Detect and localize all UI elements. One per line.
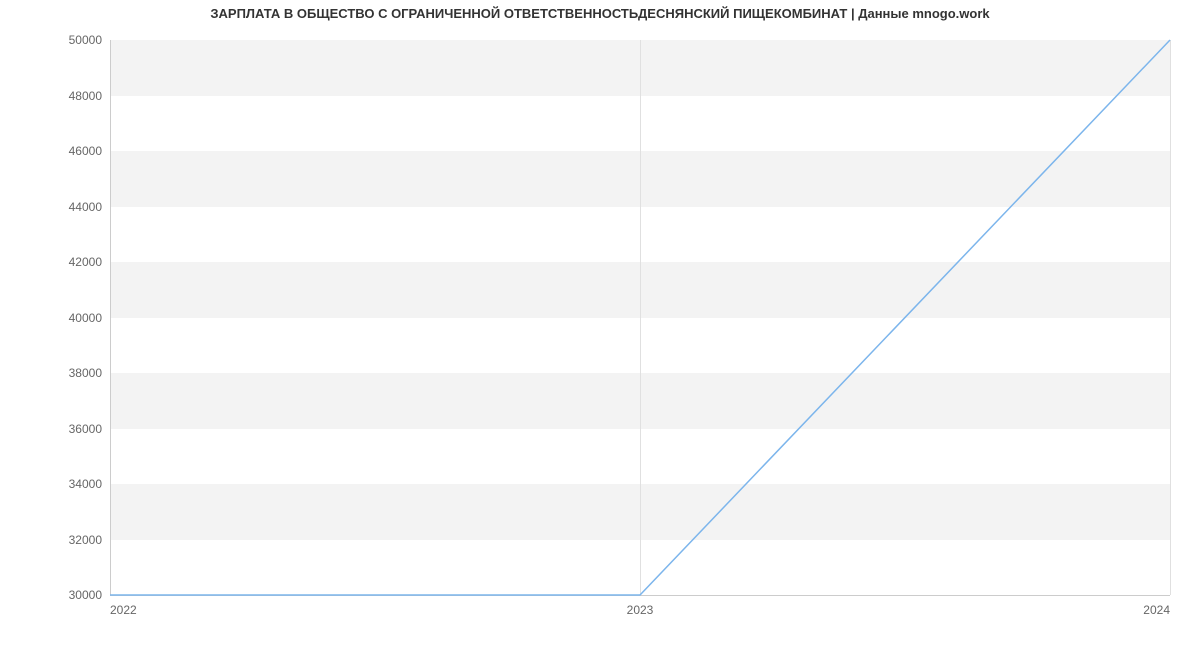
series-layer <box>110 40 1170 595</box>
y-tick-label: 48000 <box>69 89 102 103</box>
y-tick-label: 34000 <box>69 477 102 491</box>
x-tick-label: 2023 <box>627 603 654 617</box>
y-tick-label: 32000 <box>69 533 102 547</box>
y-tick-label: 44000 <box>69 200 102 214</box>
y-tick-label: 50000 <box>69 33 102 47</box>
plot-area: 3000032000340003600038000400004200044000… <box>110 40 1170 595</box>
x-tick-label: 2022 <box>110 603 137 617</box>
x-tick-label: 2024 <box>1143 603 1170 617</box>
y-tick-label: 36000 <box>69 422 102 436</box>
series-line <box>110 40 1170 595</box>
chart-container: ЗАРПЛАТА В ОБЩЕСТВО С ОГРАНИЧЕННОЙ ОТВЕТ… <box>0 0 1200 650</box>
y-tick-label: 38000 <box>69 366 102 380</box>
y-tick-label: 42000 <box>69 255 102 269</box>
x-gridline <box>1170 40 1171 595</box>
y-tick-label: 40000 <box>69 311 102 325</box>
y-tick-label: 30000 <box>69 588 102 602</box>
y-tick-label: 46000 <box>69 144 102 158</box>
chart-title: ЗАРПЛАТА В ОБЩЕСТВО С ОГРАНИЧЕННОЙ ОТВЕТ… <box>0 6 1200 21</box>
